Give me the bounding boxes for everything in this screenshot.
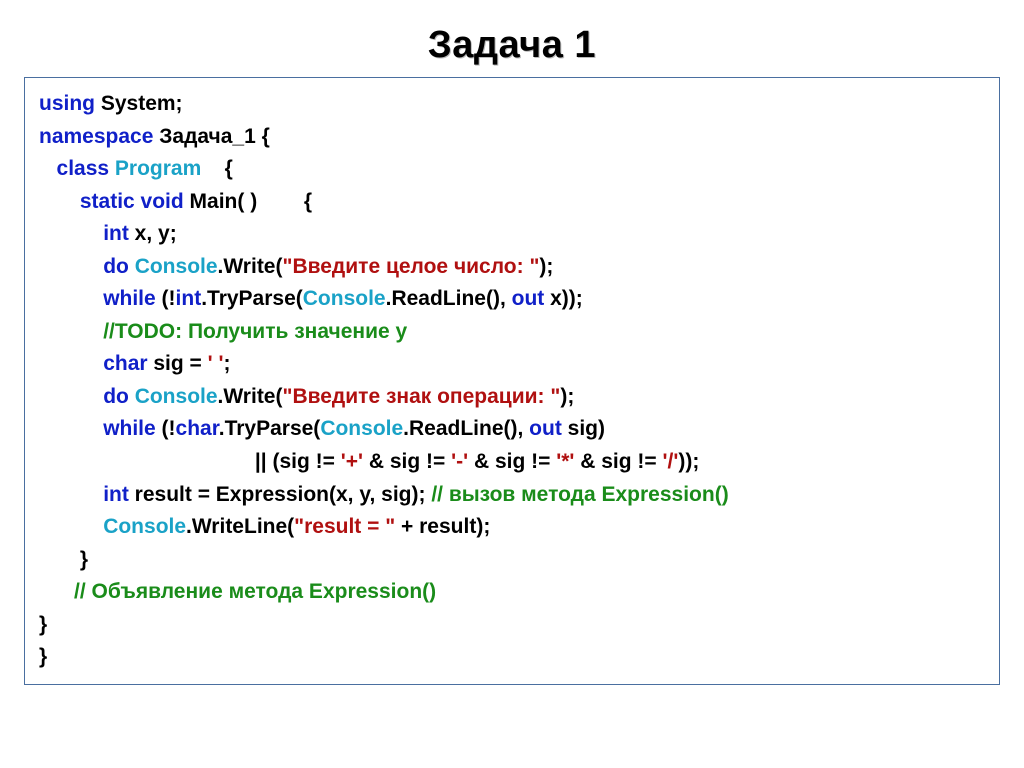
keyword: while — [103, 287, 156, 310]
string-literal: '-' — [451, 450, 468, 473]
keyword: char — [176, 417, 219, 440]
code-line: int x, y; — [39, 218, 985, 251]
keyword: out — [512, 287, 545, 310]
code-line: Console.WriteLine("result = " + result); — [39, 511, 985, 544]
string-literal: "Введите знак операции: " — [282, 385, 560, 408]
code-text: x, y; — [129, 222, 177, 245]
code-text: )); — [678, 450, 699, 473]
code-text: .Write( — [218, 255, 283, 278]
code-line: class Program { — [39, 153, 985, 186]
keyword: while — [103, 417, 156, 440]
code-line: using System; — [39, 88, 985, 121]
indent — [39, 580, 74, 603]
code-line: //TODO: Получить значение y — [39, 316, 985, 349]
indent — [39, 190, 80, 213]
indent — [39, 515, 103, 538]
indent — [39, 450, 255, 473]
keyword: char — [103, 352, 147, 375]
code-text: sig) — [562, 417, 611, 440]
code-text: .ReadLine(), — [386, 287, 512, 310]
code-line: namespace Задача_1 { — [39, 121, 985, 154]
string-literal: '/' — [663, 450, 679, 473]
indent — [39, 385, 103, 408]
keyword: namespace — [39, 125, 153, 148]
code-line: static void Main( ) { — [39, 186, 985, 219]
code-block: using System; namespace Задача_1 { class… — [24, 77, 1000, 685]
string-literal: '*' — [556, 450, 574, 473]
keyword: do — [103, 255, 129, 278]
code-line: while (!int.TryParse(Console.ReadLine(),… — [39, 283, 985, 316]
code-text: .ReadLine(), — [403, 417, 529, 440]
code-text: .WriteLine( — [186, 515, 294, 538]
code-line: char sig = ' '; — [39, 348, 985, 381]
code-line: // Объявление метода Expression() — [39, 576, 985, 609]
code-line: || (sig != '+' & sig != '-' & sig != '*'… — [39, 446, 985, 479]
code-text: ); — [539, 255, 553, 278]
code-text: } — [39, 645, 47, 668]
indent — [39, 157, 57, 180]
indent — [39, 222, 103, 245]
code-text: result = Expression(x, y, sig); — [129, 483, 431, 506]
code-text: Задача_1 { — [153, 125, 269, 148]
code-text: || (sig != — [255, 450, 341, 473]
string-literal: "Введите целое число: " — [282, 255, 539, 278]
keyword: class — [57, 157, 110, 180]
string-literal: ' ' — [208, 352, 224, 375]
type-name: Console — [135, 385, 218, 408]
indent — [39, 352, 103, 375]
code-text: & sig != — [574, 450, 662, 473]
code-text: Main( ) { — [184, 190, 312, 213]
type-name: Program — [115, 157, 201, 180]
keyword: do — [103, 385, 129, 408]
code-text: + result); — [395, 515, 490, 538]
comment: // вызов метода Expression() — [431, 483, 728, 506]
string-literal: '+' — [341, 450, 363, 473]
type-name: Console — [320, 417, 403, 440]
code-text: & sig != — [468, 450, 556, 473]
code-text: .TryParse( — [219, 417, 321, 440]
page-title: Задача 1 — [24, 24, 1000, 67]
indent — [39, 320, 103, 343]
code-line: } — [39, 609, 985, 642]
code-line: } — [39, 544, 985, 577]
code-text: (! — [156, 417, 176, 440]
comment: // Объявление метода Expression() — [74, 580, 436, 603]
code-text: ); — [560, 385, 580, 408]
indent — [39, 483, 103, 506]
code-line: int result = Expression(x, y, sig); // в… — [39, 479, 985, 512]
code-text: System; — [95, 92, 183, 115]
keyword: void — [141, 190, 184, 213]
keyword: using — [39, 92, 95, 115]
code-line: do Console.Write("Введите целое число: "… — [39, 251, 985, 284]
code-line: } — [39, 641, 985, 674]
keyword: int — [176, 287, 202, 310]
code-line: do Console.Write("Введите знак операции:… — [39, 381, 985, 414]
type-name: Console — [103, 515, 186, 538]
code-text: .Write( — [218, 385, 283, 408]
code-text: .TryParse( — [201, 287, 303, 310]
slide: Задача 1 using System; namespace Задача_… — [0, 0, 1024, 768]
indent — [39, 548, 80, 571]
code-text: & sig != — [363, 450, 451, 473]
code-line: while (!char.TryParse(Console.ReadLine()… — [39, 413, 985, 446]
code-text: ; — [223, 352, 230, 375]
keyword: out — [529, 417, 562, 440]
type-name: Console — [135, 255, 218, 278]
type-name: Console — [303, 287, 386, 310]
keyword: static — [80, 190, 135, 213]
indent — [39, 417, 103, 440]
indent — [39, 255, 103, 278]
code-text: x)); — [544, 287, 583, 310]
keyword: int — [103, 222, 129, 245]
code-text: } — [39, 613, 47, 636]
code-text: sig = — [148, 352, 208, 375]
comment: //TODO: Получить значение y — [103, 320, 407, 343]
code-text: (! — [156, 287, 176, 310]
code-text: } — [80, 548, 88, 571]
indent — [39, 287, 103, 310]
code-text: { — [201, 157, 233, 180]
keyword: int — [103, 483, 129, 506]
string-literal: "result = " — [294, 515, 395, 538]
